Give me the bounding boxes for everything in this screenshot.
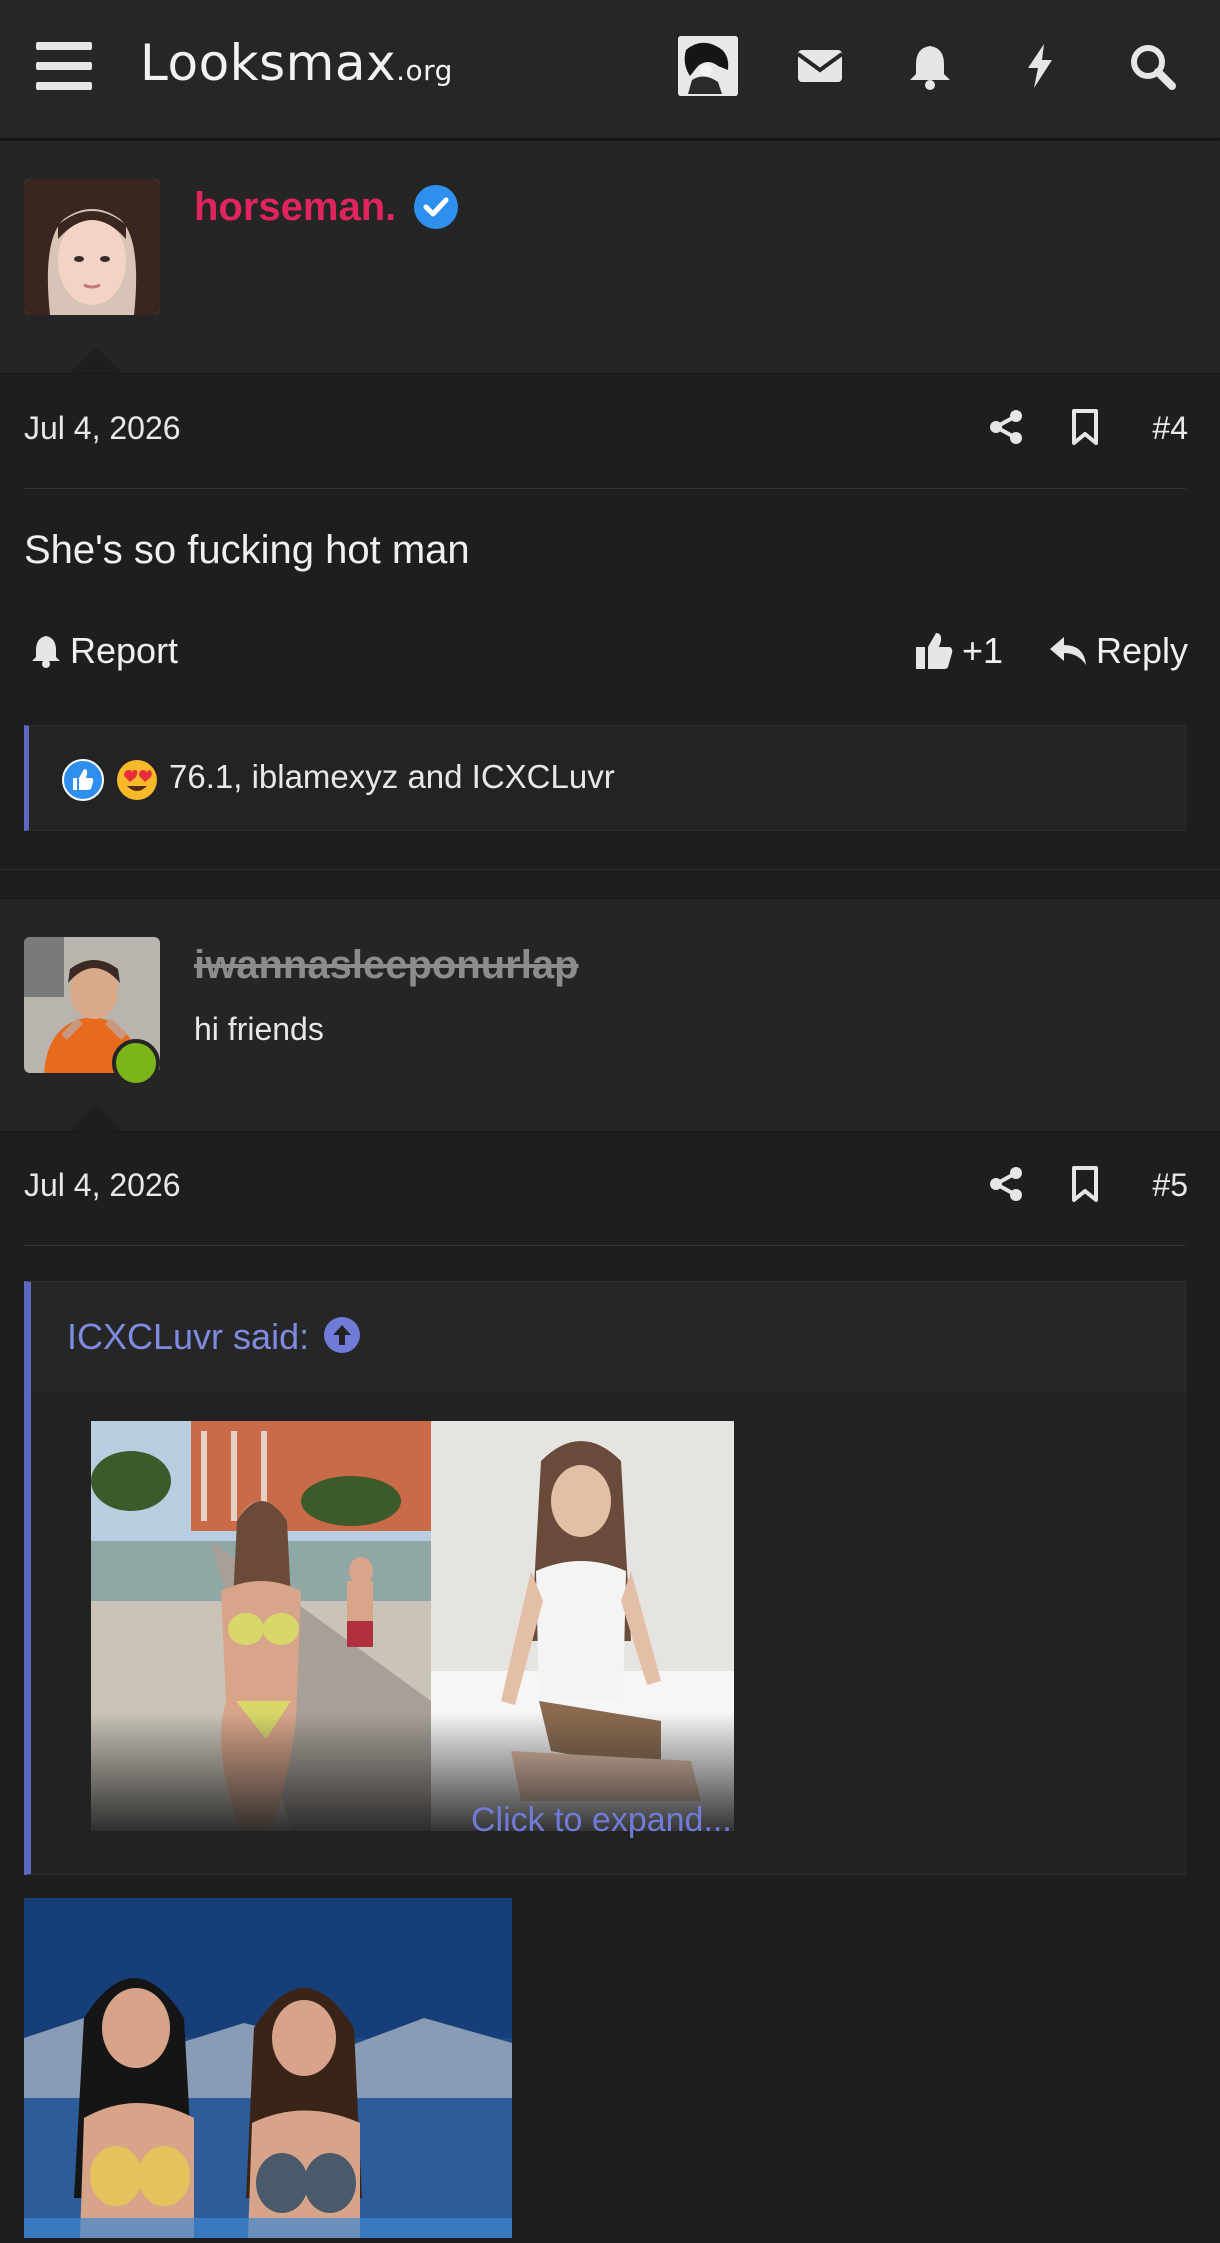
online-status-indicator xyxy=(112,1039,160,1087)
post-caret xyxy=(70,1105,122,1131)
report-label: Report xyxy=(70,630,179,671)
divider xyxy=(24,488,1186,489)
like-button[interactable]: +1 xyxy=(914,630,1003,672)
post-caret xyxy=(70,347,122,373)
bookmark-icon[interactable] xyxy=(1066,408,1104,446)
post-image[interactable] xyxy=(24,1898,512,2238)
bell-icon[interactable] xyxy=(904,40,956,92)
thumbs-up-icon xyxy=(916,633,953,669)
report-button[interactable]: Report xyxy=(30,630,178,672)
divider xyxy=(24,1245,1186,1246)
menu-icon[interactable] xyxy=(36,42,92,90)
username[interactable]: iwannasleeponurlap xyxy=(194,943,579,988)
post-number[interactable]: #5 xyxy=(1152,1167,1188,1204)
mail-icon[interactable] xyxy=(794,40,846,92)
share-icon[interactable] xyxy=(988,408,1026,446)
reactions-text[interactable]: 76.1, iblamexyz and ICXCLuvr xyxy=(169,758,615,796)
post-5-user-header: iwannasleeponurlap hi friends xyxy=(0,898,1220,1132)
lightning-icon[interactable] xyxy=(1014,40,1066,92)
avatar[interactable] xyxy=(24,179,160,315)
quote-header: ICXCLuvr said: xyxy=(31,1282,1185,1392)
reactions-bar[interactable]: 76.1, iblamexyz and ICXCLuvr xyxy=(24,725,1186,831)
quote-author-link[interactable]: ICXCLuvr said: xyxy=(67,1316,309,1358)
post-date[interactable]: Jul 4, 2026 xyxy=(24,1167,181,1204)
bookmark-icon[interactable] xyxy=(1066,1165,1104,1203)
post-number[interactable]: #4 xyxy=(1152,410,1188,447)
user-title: hi friends xyxy=(194,1011,324,1047)
profile-avatar[interactable] xyxy=(678,36,738,96)
logo-suffix: .org xyxy=(396,54,453,87)
love-reaction-icon xyxy=(117,760,157,800)
reply-label: Reply xyxy=(1096,630,1189,671)
post-date[interactable]: Jul 4, 2026 xyxy=(24,410,181,447)
arrow-up-circle-icon[interactable] xyxy=(323,1316,361,1354)
bell-icon xyxy=(32,636,60,668)
username[interactable]: horseman. xyxy=(194,185,396,230)
click-to-expand-link[interactable]: Click to expand... xyxy=(471,1801,732,1840)
like-reaction-icon xyxy=(62,759,104,801)
top-navigation-bar: Looksmax.org xyxy=(0,0,1220,139)
like-count: +1 xyxy=(962,630,1004,671)
search-icon[interactable] xyxy=(1126,40,1178,92)
reply-icon xyxy=(1050,637,1086,665)
share-icon[interactable] xyxy=(988,1165,1026,1203)
logo-text: Looksmax xyxy=(140,34,397,92)
reply-button[interactable]: Reply xyxy=(1048,630,1188,672)
quote-block: ICXCLuvr said: Click to expand... xyxy=(24,1281,1186,1875)
verified-badge-icon xyxy=(414,185,458,229)
site-logo[interactable]: Looksmax.org xyxy=(140,34,453,92)
post-separator xyxy=(0,869,1220,870)
post-4-user-header: horseman. xyxy=(0,140,1220,374)
post-content: She's so fucking hot man xyxy=(24,528,470,572)
